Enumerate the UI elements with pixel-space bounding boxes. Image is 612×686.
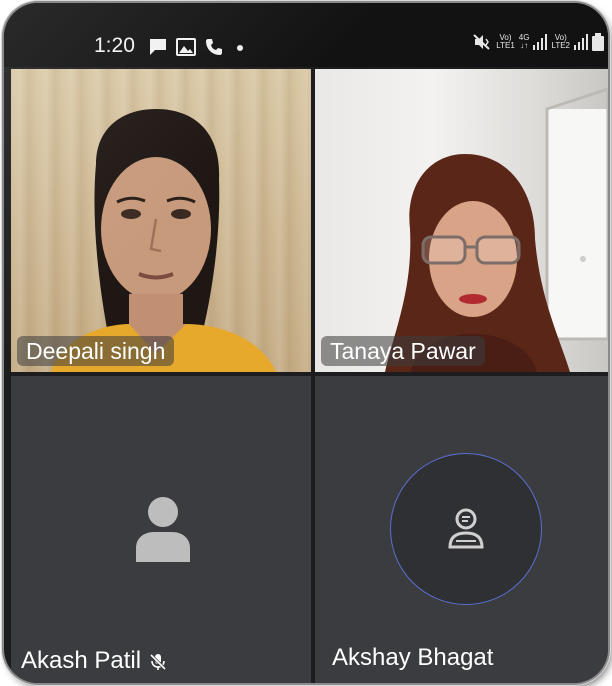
participant-name: Akshay Bhagat xyxy=(332,644,494,671)
participant-video xyxy=(51,109,276,372)
audio-only-avatar-icon xyxy=(448,508,484,549)
volte-lte2-icon: Vo) LTE2 xyxy=(551,33,570,50)
status-right-icons: Vo) LTE1 4G ↓↑ Vo) LTE2 xyxy=(472,33,604,51)
participant-name: Akash Patil xyxy=(21,647,142,674)
volte-lte1-icon: Vo) LTE1 xyxy=(496,33,515,50)
participant-tile-akshay[interactable]: Akshay Bhagat xyxy=(315,376,608,683)
mic-off-icon xyxy=(149,653,166,670)
phone-icon xyxy=(206,39,222,55)
dot-icon xyxy=(237,45,243,51)
participant-tile-akash[interactable]: Akash Patil xyxy=(11,376,311,683)
signal-icon xyxy=(574,34,588,50)
participant-name: Deepali singh xyxy=(17,336,175,366)
participant-name-row: Akash Patil xyxy=(21,647,166,675)
participant-tile-tanaya[interactable]: Tanaya Pawar xyxy=(315,69,608,372)
battery-icon xyxy=(592,33,604,51)
participant-tile-deepali[interactable]: Deepali singh xyxy=(11,69,311,372)
person-avatar-icon xyxy=(136,497,190,562)
speaking-indicator-ring xyxy=(390,453,542,605)
phone-screen: 1:20 Vo) LTE1 4G ↓↑ Vo) LTE2 Deepali sin… xyxy=(4,3,608,683)
chat-icon xyxy=(150,39,166,55)
mute-vibrate-icon xyxy=(473,34,490,50)
status-time: 1:20 xyxy=(94,34,135,57)
image-icon xyxy=(176,38,196,56)
4g-arrows-icon: 4G ↓↑ xyxy=(518,33,530,50)
participant-name: Tanaya Pawar xyxy=(321,336,485,366)
status-bar: 1:20 Vo) LTE1 4G ↓↑ Vo) LTE2 xyxy=(4,3,608,67)
signal-icon xyxy=(533,34,548,50)
participant-video xyxy=(385,87,608,372)
